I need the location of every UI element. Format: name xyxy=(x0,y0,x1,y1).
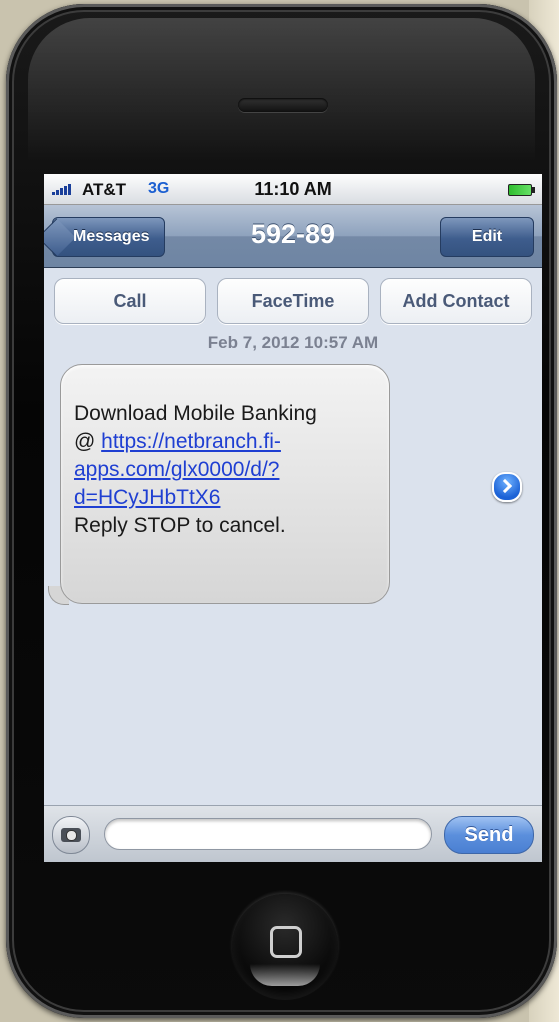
message-line: Reply STOP to cancel. xyxy=(74,514,286,537)
message-text: Download Mobile Banking @ https://netbra… xyxy=(74,400,380,540)
edit-button[interactable]: Edit xyxy=(440,217,534,257)
battery-icon xyxy=(508,184,535,196)
composer-bar: Send xyxy=(44,805,542,862)
phone-frame: AT&T 3G 11:10 AM Messages 592-89 Edit Ca… xyxy=(6,4,557,1018)
message-line: Download Mobile Banking xyxy=(74,402,317,425)
home-glow xyxy=(250,964,320,986)
status-time: 11:10 AM xyxy=(254,179,332,199)
message-timestamp: Feb 7, 2012 10:57 AM xyxy=(207,333,379,352)
message-link[interactable]: https://netbranch.fi- xyxy=(101,430,281,453)
detail-disclosure-icon[interactable] xyxy=(492,472,522,502)
message-link[interactable]: apps.com/glx0000/d/? xyxy=(74,458,279,481)
home-square xyxy=(270,926,302,958)
message-link[interactable]: d=HCyJHbTtX6 xyxy=(74,486,220,509)
status-bar: AT&T 3G 11:10 AM xyxy=(44,174,542,205)
screen: AT&T 3G 11:10 AM Messages 592-89 Edit Ca… xyxy=(44,174,542,862)
message-input[interactable] xyxy=(104,818,432,850)
message-at: @ xyxy=(74,430,102,453)
message-link-row: @ https://netbranch.fi- xyxy=(74,428,380,456)
navigation-bar: Messages 592-89 Edit xyxy=(44,205,542,268)
contact-actions: Call FaceTime Add Contact xyxy=(54,278,532,324)
camera-button[interactable] xyxy=(52,816,90,854)
call-button[interactable]: Call xyxy=(54,278,206,324)
home-button-icon[interactable] xyxy=(232,894,338,1000)
camera-lens xyxy=(66,830,77,841)
add-contact-button[interactable]: Add Contact xyxy=(380,278,532,324)
send-button[interactable]: Send xyxy=(444,816,534,854)
facetime-button[interactable]: FaceTime xyxy=(217,278,369,324)
speaker-grille xyxy=(238,98,328,112)
